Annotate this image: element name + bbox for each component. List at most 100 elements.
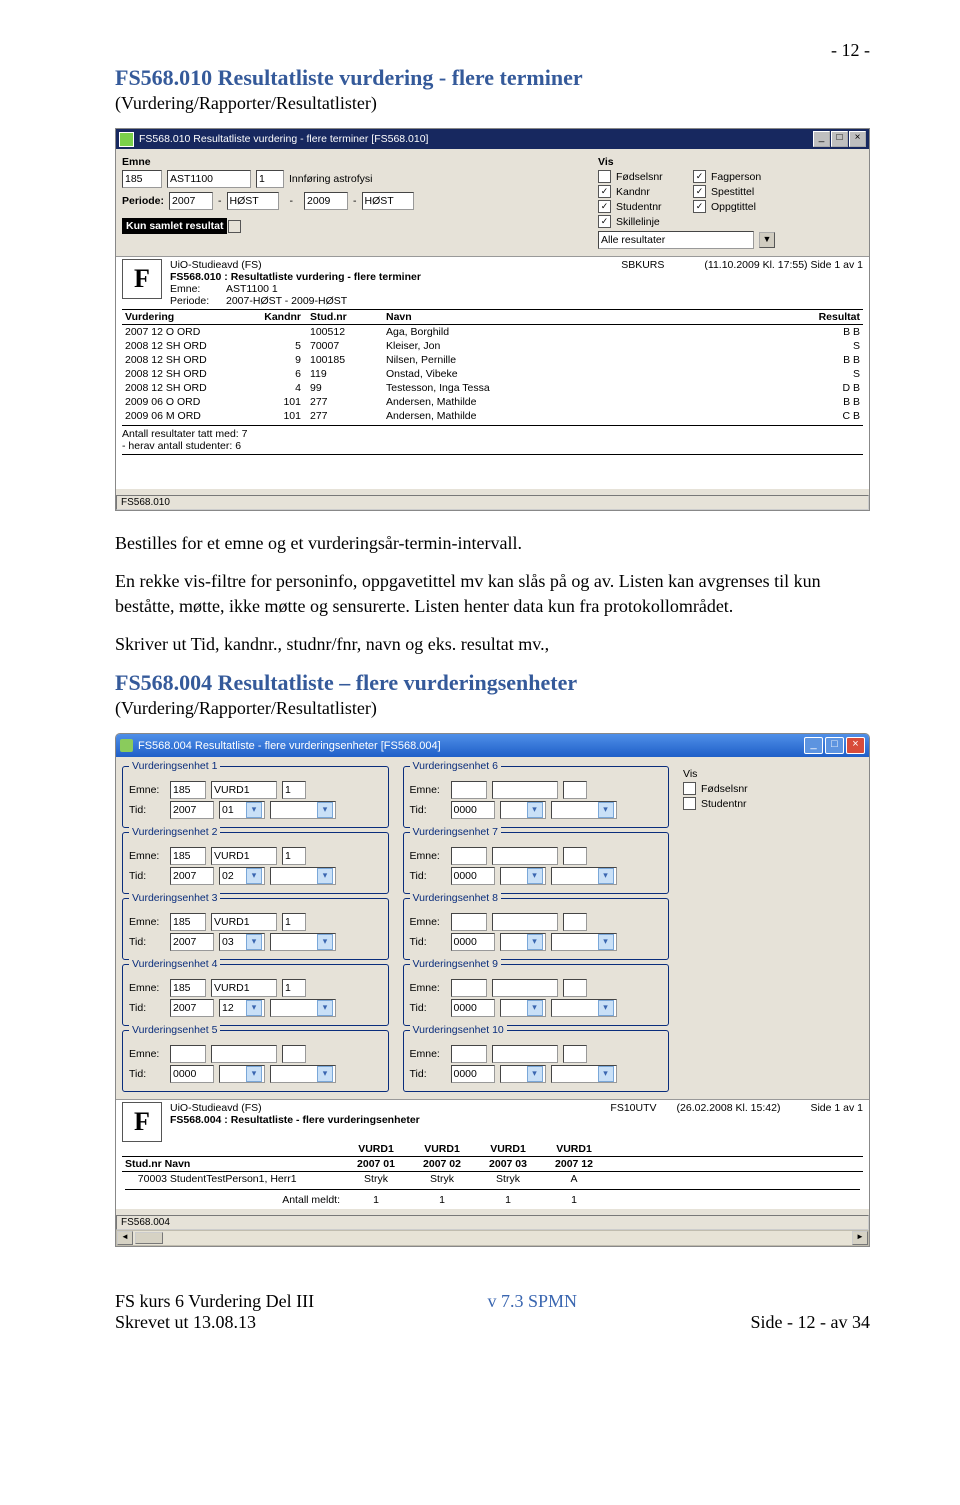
- chevron-down-icon[interactable]: ▾: [246, 868, 262, 884]
- emne-nr-input[interactable]: 1: [282, 979, 306, 997]
- tid-extra-select[interactable]: ▾: [270, 801, 336, 819]
- emne-nr-input[interactable]: [563, 1045, 587, 1063]
- tid-year-input[interactable]: 2007: [170, 933, 214, 951]
- studentnr-checkbox[interactable]: ✓: [598, 200, 611, 213]
- chevron-down-icon[interactable]: ▾: [527, 934, 543, 950]
- emne-inst-input[interactable]: 185: [170, 913, 206, 931]
- tid-term-select[interactable]: 01▾: [219, 801, 265, 819]
- emne-nr-input[interactable]: 1: [282, 913, 306, 931]
- tid-term-select[interactable]: 02▾: [219, 867, 265, 885]
- scroll-right-icon[interactable]: ►: [852, 1231, 868, 1245]
- emne-inst-input[interactable]: [451, 913, 487, 931]
- tid-extra-select[interactable]: ▾: [270, 1065, 336, 1083]
- emne-nr-input[interactable]: [563, 781, 587, 799]
- emne-kode-input[interactable]: VURD1: [211, 913, 277, 931]
- tid-year-input[interactable]: 2007: [170, 867, 214, 885]
- chevron-down-icon[interactable]: ▾: [317, 1000, 333, 1016]
- emne-inst-input[interactable]: 185: [122, 170, 162, 188]
- tid-year-input[interactable]: 0000: [451, 933, 495, 951]
- chevron-down-icon[interactable]: ▾: [317, 934, 333, 950]
- emne-kode-input[interactable]: VURD1: [211, 781, 277, 799]
- tid-extra-select[interactable]: ▾: [551, 867, 617, 885]
- emne-inst-input[interactable]: [451, 979, 487, 997]
- emne-nr-input[interactable]: [563, 847, 587, 865]
- tid-year-input[interactable]: 0000: [451, 801, 495, 819]
- tid-year-input[interactable]: 0000: [451, 867, 495, 885]
- emne-kode-input[interactable]: AST1100: [167, 170, 251, 188]
- tid-extra-select[interactable]: ▾: [551, 1065, 617, 1083]
- emne-inst-input[interactable]: 185: [170, 781, 206, 799]
- minimize-button[interactable]: _: [804, 737, 823, 754]
- tid-term-select[interactable]: ▾: [500, 933, 546, 951]
- scroll-left-icon[interactable]: ◄: [117, 1231, 133, 1245]
- chevron-down-icon[interactable]: ▾: [598, 934, 614, 950]
- kun-samlet-checkbox[interactable]: [228, 220, 241, 233]
- fagperson-checkbox[interactable]: ✓: [693, 170, 706, 183]
- resultater-select[interactable]: Alle resultater: [598, 231, 754, 249]
- emne-inst-input[interactable]: [451, 1045, 487, 1063]
- emne-nr-input[interactable]: 1: [282, 781, 306, 799]
- emne-nr-input[interactable]: 1: [282, 847, 306, 865]
- tid-term-select[interactable]: ▾: [219, 1065, 265, 1083]
- chevron-down-icon[interactable]: ▾: [527, 1000, 543, 1016]
- close-button[interactable]: ×: [846, 737, 865, 754]
- spestittel-checkbox[interactable]: ✓: [693, 185, 706, 198]
- emne-nr-input[interactable]: [563, 913, 587, 931]
- fodselsnr-checkbox-2[interactable]: [683, 782, 696, 795]
- skillelinje-checkbox[interactable]: ✓: [598, 215, 611, 228]
- tid-term-select[interactable]: ▾: [500, 867, 546, 885]
- kandnr-checkbox[interactable]: ✓: [598, 185, 611, 198]
- chevron-down-icon[interactable]: ▾: [598, 1066, 614, 1082]
- emne-inst-input[interactable]: [451, 847, 487, 865]
- chevron-down-icon[interactable]: ▾: [246, 934, 262, 950]
- oppgtittel-checkbox[interactable]: ✓: [693, 200, 706, 213]
- emne-kode-input[interactable]: [492, 781, 558, 799]
- fodselsnr-checkbox[interactable]: [598, 170, 611, 183]
- periode-from-term-input[interactable]: HØST: [227, 192, 279, 210]
- tid-term-select[interactable]: 03▾: [219, 933, 265, 951]
- chevron-down-icon[interactable]: ▾: [317, 1066, 333, 1082]
- tid-year-input[interactable]: 0000: [170, 1065, 214, 1083]
- tid-term-select[interactable]: ▾: [500, 999, 546, 1017]
- tid-extra-select[interactable]: ▾: [551, 933, 617, 951]
- chevron-down-icon[interactable]: ▾: [317, 868, 333, 884]
- horizontal-scrollbar[interactable]: ◄ ►: [116, 1230, 869, 1246]
- emne-kode-input[interactable]: [211, 1045, 277, 1063]
- chevron-down-icon[interactable]: ▼: [759, 232, 775, 248]
- emne-kode-input[interactable]: [492, 1045, 558, 1063]
- chevron-down-icon[interactable]: ▾: [317, 802, 333, 818]
- minimize-button[interactable]: _: [813, 131, 830, 147]
- emne-kode-input[interactable]: [492, 913, 558, 931]
- chevron-down-icon[interactable]: ▾: [598, 802, 614, 818]
- chevron-down-icon[interactable]: ▾: [246, 1000, 262, 1016]
- tid-year-input[interactable]: 0000: [451, 999, 495, 1017]
- tid-year-input[interactable]: 2007: [170, 801, 214, 819]
- chevron-down-icon[interactable]: ▾: [246, 802, 262, 818]
- chevron-down-icon[interactable]: ▾: [527, 1066, 543, 1082]
- chevron-down-icon[interactable]: ▾: [527, 802, 543, 818]
- emne-nr-input[interactable]: 1: [256, 170, 284, 188]
- emne-inst-input[interactable]: 185: [170, 979, 206, 997]
- emne-inst-input[interactable]: [170, 1045, 206, 1063]
- emne-kode-input[interactable]: [492, 847, 558, 865]
- tid-term-select[interactable]: ▾: [500, 1065, 546, 1083]
- emne-kode-input[interactable]: VURD1: [211, 979, 277, 997]
- close-button[interactable]: ×: [849, 131, 866, 147]
- tid-year-input[interactable]: 0000: [451, 1065, 495, 1083]
- chevron-down-icon[interactable]: ▾: [598, 1000, 614, 1016]
- tid-extra-select[interactable]: ▾: [270, 867, 336, 885]
- maximize-button[interactable]: □: [831, 131, 848, 147]
- tid-extra-select[interactable]: ▾: [551, 999, 617, 1017]
- emne-inst-input[interactable]: [451, 781, 487, 799]
- chevron-down-icon[interactable]: ▾: [527, 868, 543, 884]
- tid-term-select[interactable]: ▾: [500, 801, 546, 819]
- tid-year-input[interactable]: 2007: [170, 999, 214, 1017]
- emne-nr-input[interactable]: [282, 1045, 306, 1063]
- chevron-down-icon[interactable]: ▾: [598, 868, 614, 884]
- tid-extra-select[interactable]: ▾: [551, 801, 617, 819]
- studentnr-checkbox-2[interactable]: [683, 797, 696, 810]
- maximize-button[interactable]: □: [825, 737, 844, 754]
- emne-inst-input[interactable]: 185: [170, 847, 206, 865]
- tid-term-select[interactable]: 12▾: [219, 999, 265, 1017]
- tid-extra-select[interactable]: ▾: [270, 999, 336, 1017]
